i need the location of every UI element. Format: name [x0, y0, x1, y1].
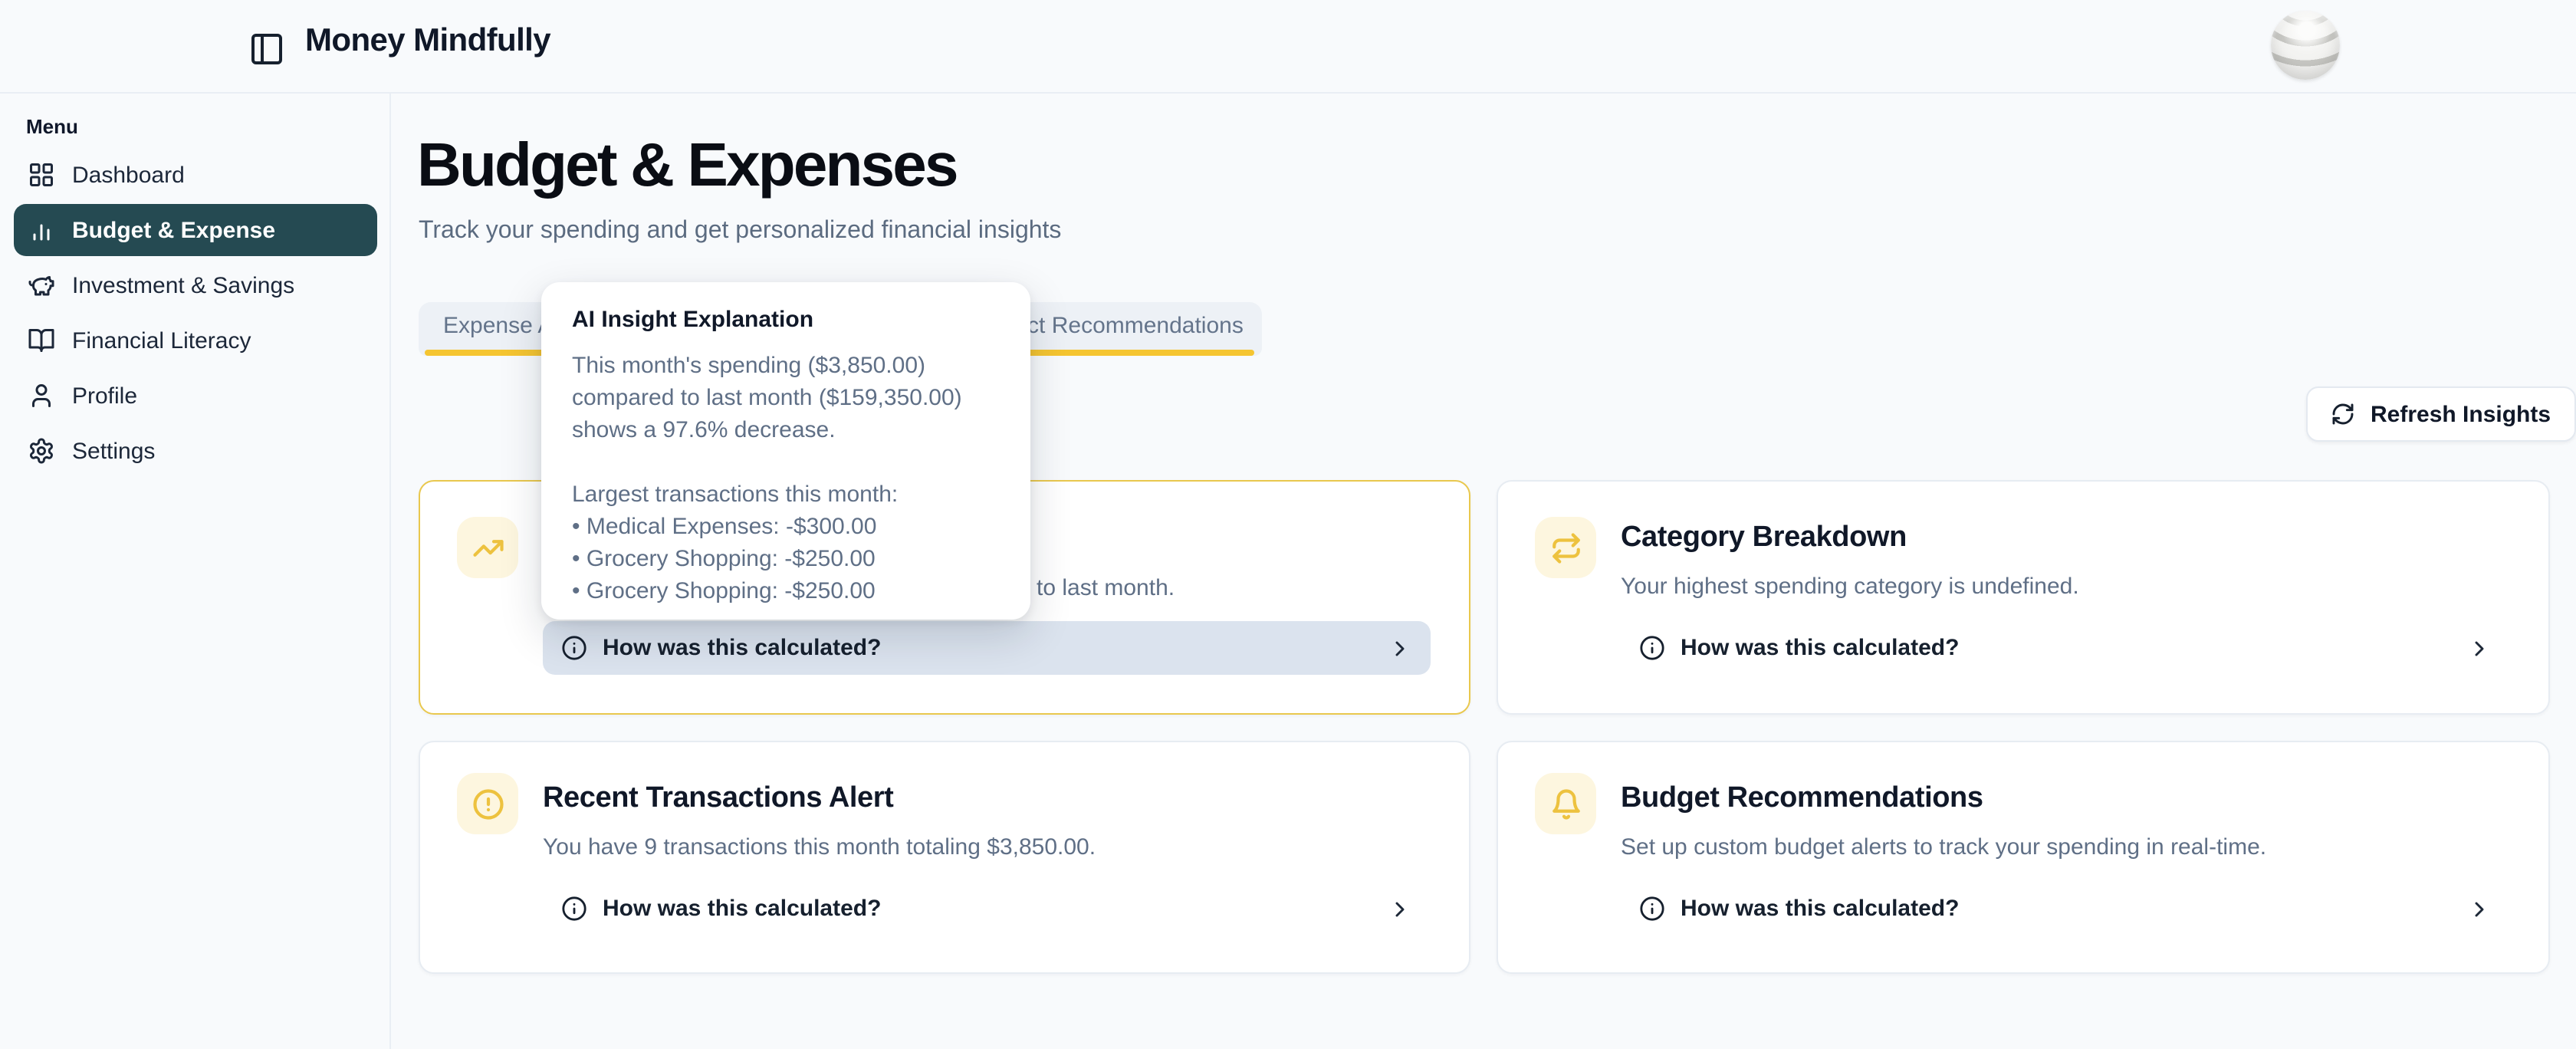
chevron-right-icon: [2467, 636, 2492, 660]
sidebar-item-dashboard[interactable]: Dashboard: [14, 149, 377, 201]
sidebar-item-budget-expense[interactable]: Budget & Expense: [14, 204, 377, 256]
category-breakdown-card: Category Breakdown Your highest spending…: [1497, 480, 2550, 715]
sidebar-item-investment-savings[interactable]: Investment & Savings: [14, 259, 377, 311]
bar-chart-icon: [28, 216, 55, 244]
how-calculated-label: How was this calculated?: [1681, 896, 1959, 922]
sidebar-item-financial-literacy[interactable]: Financial Literacy: [14, 314, 377, 367]
budget-recommendations-card: Budget Recommendations Set up custom bud…: [1497, 741, 2550, 974]
tooltip-transaction-item: • Grocery Shopping: -$250.00: [572, 543, 1000, 575]
sidebar-menu: Dashboard Budget & Expense Investment & …: [14, 149, 377, 480]
sidebar-item-profile[interactable]: Profile: [14, 370, 377, 422]
refresh-insights-button[interactable]: Refresh Insights: [2306, 386, 2575, 442]
refresh-label: Refresh Insights: [2371, 401, 2551, 427]
how-calculated-row[interactable]: How was this calculated?: [543, 621, 1431, 675]
panel-left-icon: [248, 31, 285, 67]
tooltip-title: AI Insight Explanation: [572, 307, 1000, 333]
card-title: Budget Recommendations: [1621, 782, 1983, 816]
chevron-right-icon: [1388, 896, 1412, 921]
layout-grid-icon: [28, 161, 55, 189]
sidebar-item-label: Budget & Expense: [72, 217, 275, 243]
how-calculated-row[interactable]: How was this calculated?: [543, 882, 1431, 936]
page-title: Budget & Expenses: [417, 129, 957, 202]
sidebar-item-label: Dashboard: [72, 162, 185, 188]
alert-circle-icon: [457, 773, 518, 834]
how-calculated-label: How was this calculated?: [603, 635, 881, 661]
repeat-icon: [1535, 517, 1596, 578]
how-calculated-row[interactable]: How was this calculated?: [1621, 621, 2510, 675]
ai-insight-tooltip: AI Insight Explanation This month's spen…: [541, 282, 1030, 620]
refresh-icon: [2331, 402, 2355, 426]
sidebar-item-label: Investment & Savings: [72, 272, 294, 298]
tooltip-transaction-item: • Medical Expenses: -$300.00: [572, 511, 1000, 543]
info-icon: [1639, 635, 1665, 661]
tooltip-body-paragraph: This month's spending ($3,850.00) compar…: [572, 350, 1000, 446]
book-open-icon: [28, 327, 55, 354]
bell-icon: [1535, 773, 1596, 834]
chevron-right-icon: [1388, 636, 1412, 660]
how-calculated-row[interactable]: How was this calculated?: [1621, 882, 2510, 936]
recent-transactions-card: Recent Transactions Alert You have 9 tra…: [419, 741, 1470, 974]
user-icon: [28, 382, 55, 409]
gear-icon: [28, 437, 55, 465]
info-icon: [561, 896, 587, 922]
card-title: Category Breakdown: [1621, 521, 1907, 555]
card-title: Recent Transactions Alert: [543, 782, 893, 816]
trending-up-icon: [457, 517, 518, 578]
piggy-bank-icon: [28, 271, 55, 299]
user-avatar[interactable]: [2271, 11, 2340, 80]
sidebar-item-label: Settings: [72, 438, 155, 464]
tooltip-spacer: [572, 446, 1000, 478]
how-calculated-label: How was this calculated?: [603, 896, 881, 922]
app-window: Money Mindfully Menu Dashboard Budget & …: [0, 0, 2576, 1049]
sidebar-toggle-button[interactable]: [245, 28, 288, 71]
sidebar: Menu Dashboard Budget & Expense Investme…: [0, 94, 391, 1049]
page-subtitle: Track your spending and get personalized…: [419, 218, 1061, 245]
tooltip-transaction-item: • Grocery Shopping: -$250.00: [572, 575, 1000, 607]
sidebar-item-settings[interactable]: Settings: [14, 425, 377, 477]
tooltip-list-intro: Largest transactions this month:: [572, 478, 1000, 511]
top-bar: Money Mindfully: [0, 0, 2576, 94]
card-subtitle: Your highest spending category is undefi…: [1621, 574, 2079, 600]
sidebar-item-label: Financial Literacy: [72, 327, 251, 354]
sidebar-item-label: Profile: [72, 383, 137, 409]
sidebar-menu-heading: Menu: [26, 115, 78, 138]
chevron-right-icon: [2467, 896, 2492, 921]
info-icon: [1639, 896, 1665, 922]
card-subtitle: You have 9 transactions this month total…: [543, 834, 1096, 860]
how-calculated-label: How was this calculated?: [1681, 635, 1959, 661]
info-icon: [561, 635, 587, 661]
card-subtitle: Set up custom budget alerts to track you…: [1621, 834, 2266, 860]
card-subtitle: to last month.: [1037, 575, 1175, 601]
app-title: Money Mindfully: [305, 23, 550, 60]
